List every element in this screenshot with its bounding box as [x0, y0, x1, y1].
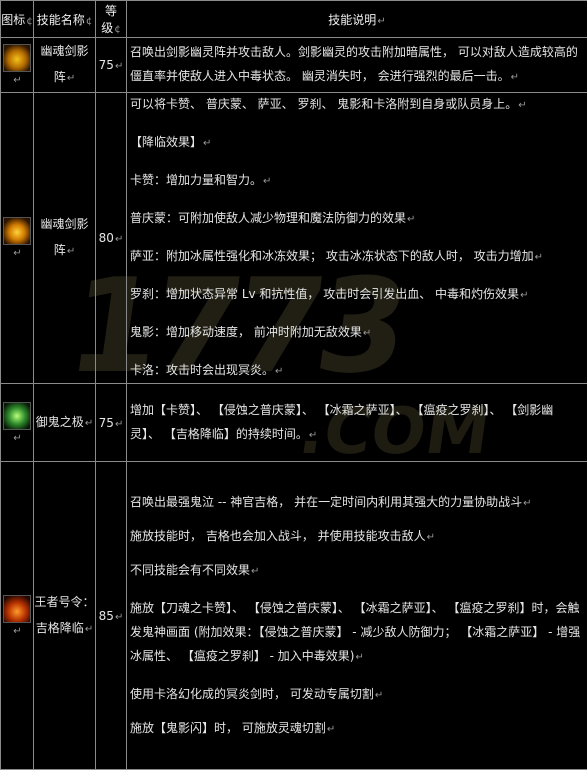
skill-table: 图标¢ 技能名称¢ 等级¢ 技能说明↵ ↵ 幽魂剑影 阵↵ 75↵ 召唤出剑影幽… — [0, 0, 587, 770]
skill-name: 幽魂剑影 — [34, 38, 95, 64]
skill-level-cell: 75↵ — [96, 38, 127, 93]
skill-name: 御鬼之极 — [36, 415, 84, 429]
header-level: 等级¢ — [96, 1, 127, 38]
table-row: ↵ 御鬼之极↵ 75↵ 增加【卡赞】、 【侵蚀之普庆蒙】、 【冰霜之萨亚】、 【… — [1, 384, 587, 462]
skill-desc-line: 罗刹：增加状态异常 Lv 和抗性值， 攻击时会引发出血、 中毒和灼伤效果 — [130, 287, 519, 301]
skill-name-cell: 王者号令： 吉格降临↵ — [34, 462, 96, 770]
skill-name: 幽魂剑影 — [34, 211, 95, 237]
skill-name: 吉格降临 — [36, 621, 84, 635]
skill-desc-line: 增加【卡赞】、 【侵蚀之普庆蒙】、 【冰霜之萨亚】、 【瘟疫之罗刹】、 【剑影幽… — [130, 403, 553, 441]
skill-desc-line: 施放技能时， 吉格也会加入战斗， 并使用技能攻击敌人 — [130, 529, 426, 543]
icon-cell: ↵ — [1, 93, 34, 384]
skill-level: 85 — [99, 609, 114, 623]
green-spirit-icon — [3, 402, 31, 430]
skill-desc-line: 不同技能会有不同效果 — [130, 563, 250, 577]
icon-cell: ↵ — [1, 384, 34, 462]
skill-desc-cell: 可以将卡赞、 普庆蒙、 萨亚、 罗刹、 鬼影和卡洛附到自身或队员身上。↵ 【降临… — [127, 93, 587, 384]
icon-cell: ↵ — [1, 462, 34, 770]
skill-level-cell: 80↵ — [96, 93, 127, 384]
skill-level: 80 — [99, 231, 114, 245]
table-row: ↵ 幽魂剑影 阵↵ 75↵ 召唤出剑影幽灵阵并攻击敌人。剑影幽灵的攻击附加暗属性… — [1, 38, 587, 93]
skill-desc-line: 使用卡洛幻化成的冥炎剑时， 可发动专属切割 — [130, 687, 374, 701]
skill-name-cell: 御鬼之极↵ — [34, 384, 96, 462]
table-row: ↵ 王者号令： 吉格降临↵ 85↵ 召唤出最强鬼泣 -- 神官吉格， 并在一定时… — [1, 462, 587, 770]
king-fire-icon — [3, 595, 31, 623]
skill-desc-line: 【降临效果】 — [130, 135, 202, 149]
skill-desc-line: 卡洛：攻击时会出现冥炎。 — [130, 363, 274, 377]
skill-desc-cell: 召唤出最强鬼泣 -- 神官吉格， 并在一定时间内利用其强大的力量协助战斗↵ 施放… — [127, 462, 587, 770]
skill-name-cell: 幽魂剑影 阵↵ — [34, 38, 96, 93]
table-row: ↵ 幽魂剑影 阵↵ 80↵ 可以将卡赞、 普庆蒙、 萨亚、 罗刹、 鬼影和卡洛附… — [1, 93, 587, 384]
header-name: 技能名称¢ — [34, 1, 96, 38]
skill-desc-line: 召唤出最强鬼泣 -- 神官吉格， 并在一定时间内利用其强大的力量协助战斗 — [130, 495, 522, 509]
skill-desc-line: 可以将卡赞、 普庆蒙、 萨亚、 罗刹、 鬼影和卡洛附到自身或队员身上。 — [130, 97, 517, 111]
skill-level: 75 — [99, 58, 114, 72]
skill-name: 阵 — [54, 70, 66, 84]
skill-desc-line: 施放【鬼影闪】时， 可施放灵魂切割 — [130, 721, 326, 735]
sword-ghost-icon — [3, 44, 31, 72]
skill-name: 王者号令： — [34, 589, 95, 615]
skill-level-cell: 85↵ — [96, 462, 127, 770]
skill-desc-line: 萨亚：附加冰属性强化和冰冻效果； 攻击冰冻状态下的敌人时， 攻击力增加 — [130, 249, 534, 263]
skill-level: 75 — [99, 416, 114, 430]
skill-desc-line: 卡赞：增加力量和智力。 — [130, 173, 262, 187]
skill-desc-line: 普庆蒙：可附加使敌人减少物理和魔法防御力的效果 — [130, 211, 406, 225]
icon-cell: ↵ — [1, 38, 34, 93]
skill-name-cell: 幽魂剑影 阵↵ — [34, 93, 96, 384]
skill-desc-line: 鬼影：增加移动速度， 前冲时附加无敌效果 — [130, 325, 362, 339]
table-header-row: 图标¢ 技能名称¢ 等级¢ 技能说明↵ — [1, 1, 587, 38]
skill-name: 阵 — [54, 243, 66, 257]
skill-level-cell: 75↵ — [96, 384, 127, 462]
header-icon: 图标¢ — [1, 1, 34, 38]
skill-desc-cell: 召唤出剑影幽灵阵并攻击敌人。剑影幽灵的攻击附加暗属性， 可以对敌人造成较高的僵直… — [127, 38, 587, 93]
skill-desc-cell: 增加【卡赞】、 【侵蚀之普庆蒙】、 【冰霜之萨亚】、 【瘟疫之罗刹】、 【剑影幽… — [127, 384, 587, 462]
ghost-flame-icon — [3, 217, 31, 245]
header-desc: 技能说明↵ — [127, 1, 587, 38]
